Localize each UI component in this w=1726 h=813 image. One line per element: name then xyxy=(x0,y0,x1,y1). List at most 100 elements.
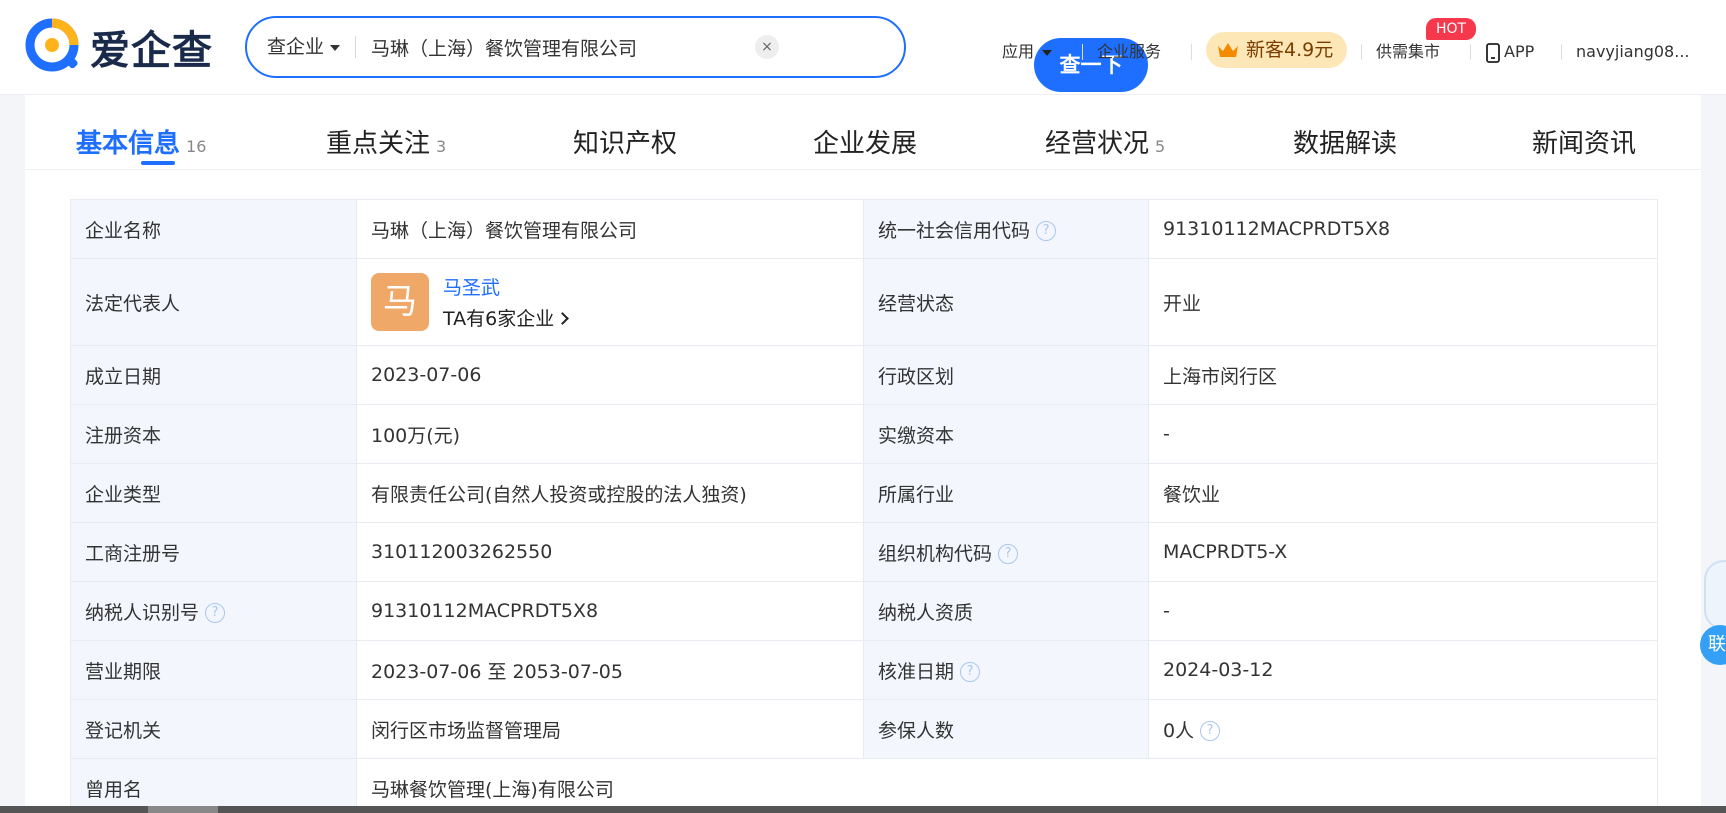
tab-basic-info[interactable]: 基本信息 16 xyxy=(76,123,206,160)
tab-data-insights[interactable]: 数据解读 xyxy=(1293,123,1397,160)
scrollbar-thumb[interactable] xyxy=(148,806,218,813)
tab-label: 重点关注 xyxy=(326,129,431,159)
new-customer-offer[interactable]: 新客4.9元 xyxy=(1206,32,1347,68)
tab-development[interactable]: 企业发展 xyxy=(813,123,917,160)
company-name-value: 马琳（上海）餐饮管理有限公司 xyxy=(356,199,864,259)
help-icon[interactable]: ? xyxy=(1200,721,1221,741)
section-tabs: 基本信息 16 重点关注 3 知识产权 企业发展 经营状况 5 数据解读 新闻资讯 xyxy=(25,95,1701,170)
paid-capital-label: 实缴资本 xyxy=(863,404,1149,464)
nav-enterprise-service[interactable]: 企业服务 xyxy=(1097,32,1161,72)
approval-date-value: 2024-03-12 xyxy=(1148,640,1658,700)
tab-count: 16 xyxy=(186,137,207,156)
region-value: 上海市闵行区 xyxy=(1148,345,1658,405)
search-input[interactable] xyxy=(371,28,871,66)
nav-app-label: APP xyxy=(1504,42,1535,61)
approval-date-label: 核准日期 xyxy=(878,660,955,683)
paid-capital-value: - xyxy=(1148,404,1658,464)
company-info-table: 企业名称 马琳（上海）餐饮管理有限公司 统一社会信用代码? 91310112MA… xyxy=(70,199,1658,813)
tab-key-focus[interactable]: 重点关注 3 xyxy=(326,123,446,160)
nav-divider xyxy=(1082,44,1083,60)
legal-rep-name-link[interactable]: 马圣武 xyxy=(443,273,500,300)
approval-date-label-cell: 核准日期? xyxy=(863,640,1149,700)
clear-icon[interactable]: × xyxy=(755,35,779,59)
company-type-label: 企业类型 xyxy=(70,463,357,523)
former-name-value: 马琳餐饮管理(上海)有限公司 xyxy=(356,758,1658,813)
nav-divider xyxy=(1470,44,1471,60)
table-row: 成立日期 2023-07-06 行政区划 上海市闵行区 xyxy=(70,345,1658,405)
table-row: 法定代表人 马 马圣武 TA有6家企业 经营状态 开业 xyxy=(70,258,1658,346)
tab-news[interactable]: 新闻资讯 xyxy=(1532,123,1636,160)
legal-rep-label: 法定代表人 xyxy=(70,258,357,346)
org-code-label: 组织机构代码 xyxy=(878,542,993,565)
offer-label: 新客4.9元 xyxy=(1246,39,1334,61)
help-icon[interactable]: ? xyxy=(960,662,981,682)
tab-label: 经营状况 xyxy=(1045,129,1150,159)
taxpayer-id-value: 91310112MACPRDT5X8 xyxy=(356,581,864,641)
avatar[interactable]: 马 xyxy=(371,273,429,331)
table-row: 登记机关 闵行区市场监督管理局 参保人数 0人? xyxy=(70,699,1658,759)
crown-icon xyxy=(1218,43,1238,57)
org-code-value: MACPRDT5-X xyxy=(1148,522,1658,582)
logo[interactable]: 爱企查 xyxy=(24,16,213,78)
search-divider xyxy=(355,36,356,58)
user-menu[interactable]: navyjiang08... xyxy=(1576,32,1690,72)
founded-label: 成立日期 xyxy=(70,345,357,405)
region-label: 行政区划 xyxy=(863,345,1149,405)
industry-value: 餐饮业 xyxy=(1148,463,1658,523)
top-header: 爱企查 查企业 查一下 × 应用 企业服务 新客4.9元 供需集市 HOT AP… xyxy=(0,0,1726,95)
credit-code-label-cell: 统一社会信用代码? xyxy=(863,199,1149,259)
insured-label: 参保人数 xyxy=(863,699,1149,759)
founded-value: 2023-07-06 xyxy=(356,345,864,405)
contact-float-button[interactable]: 联 xyxy=(1700,625,1726,665)
table-row: 企业名称 马琳（上海）餐饮管理有限公司 统一社会信用代码? 91310112MA… xyxy=(70,199,1658,259)
horizontal-scrollbar[interactable] xyxy=(0,806,1726,813)
legal-rep-companies-label: TA有6家企业 xyxy=(443,308,555,330)
term-label: 营业期限 xyxy=(70,640,357,700)
tab-label: 新闻资讯 xyxy=(1532,129,1637,159)
chevron-right-icon xyxy=(556,312,570,325)
taxpayer-qual-value: - xyxy=(1148,581,1658,641)
authority-value: 闵行区市场监督管理局 xyxy=(356,699,864,759)
table-row: 曾用名 马琳餐饮管理(上海)有限公司 xyxy=(70,758,1658,813)
search-type-label: 查企业 xyxy=(267,36,325,58)
logo-icon xyxy=(25,18,79,72)
help-icon[interactable]: ? xyxy=(205,603,226,623)
help-icon[interactable]: ? xyxy=(998,544,1019,564)
taxpayer-qual-label: 纳税人资质 xyxy=(863,581,1149,641)
table-row: 纳税人识别号? 91310112MACPRDT5X8 纳税人资质 - xyxy=(70,581,1658,641)
tab-label: 基本信息 xyxy=(76,129,181,159)
insured-cell: 0人? xyxy=(1148,699,1658,759)
tab-label: 知识产权 xyxy=(573,129,678,159)
tab-operations[interactable]: 经营状况 5 xyxy=(1045,123,1165,160)
table-row: 工商注册号 310112003262550 组织机构代码? MACPRDT5-X xyxy=(70,522,1658,582)
taxpayer-id-label: 纳税人识别号 xyxy=(85,601,200,624)
authority-label: 登记机关 xyxy=(70,699,357,759)
table-row: 营业期限 2023-07-06 至 2053-07-05 核准日期? 2024-… xyxy=(70,640,1658,700)
reg-capital-value: 100万(元) xyxy=(356,404,864,464)
nav-apps[interactable]: 应用 xyxy=(1002,32,1053,72)
tab-ip[interactable]: 知识产权 xyxy=(573,123,677,160)
floating-assistant[interactable] xyxy=(1704,560,1726,630)
phone-icon xyxy=(1486,42,1500,63)
nav-app[interactable]: APP xyxy=(1485,32,1534,72)
search-type-select[interactable]: 查企业 xyxy=(267,18,341,76)
nav-divider xyxy=(1191,44,1192,60)
reg-no-label: 工商注册号 xyxy=(70,522,357,582)
legal-rep-companies-link[interactable]: TA有6家企业 xyxy=(443,304,570,331)
term-value: 2023-07-06 至 2053-07-05 xyxy=(356,640,864,700)
table-row: 企业类型 有限责任公司(自然人投资或控股的法人独资) 所属行业 餐饮业 xyxy=(70,463,1658,523)
credit-code-label: 统一社会信用代码 xyxy=(878,219,1031,242)
basic-info-panel: 企业名称 马琳（上海）餐饮管理有限公司 统一社会信用代码? 91310112MA… xyxy=(25,170,1701,813)
status-label: 经营状态 xyxy=(863,258,1149,346)
table-row: 注册资本 100万(元) 实缴资本 - xyxy=(70,404,1658,464)
logo-text: 爱企查 xyxy=(90,28,213,74)
reg-capital-label: 注册资本 xyxy=(70,404,357,464)
legal-rep-cell: 马 马圣武 TA有6家企业 xyxy=(356,258,864,346)
nav-divider xyxy=(1561,44,1562,60)
help-icon[interactable]: ? xyxy=(1036,221,1057,241)
tab-count: 3 xyxy=(436,137,447,156)
caret-down-icon xyxy=(330,44,341,51)
reg-no-value: 310112003262550 xyxy=(356,522,864,582)
org-code-label-cell: 组织机构代码? xyxy=(863,522,1149,582)
status-value: 开业 xyxy=(1148,258,1658,346)
